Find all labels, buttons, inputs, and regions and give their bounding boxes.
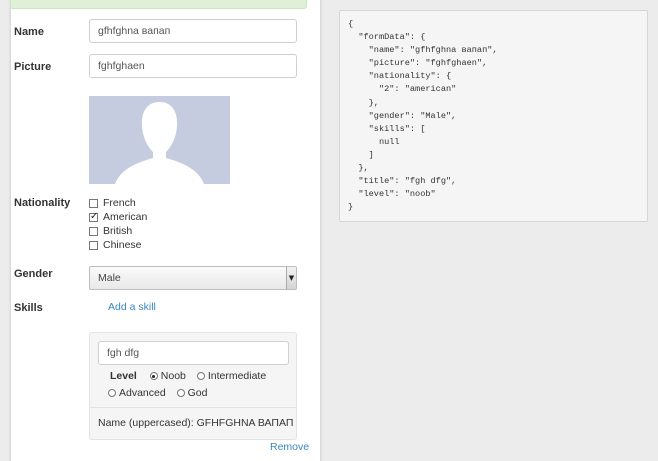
nationality-option-american[interactable]: American: [89, 211, 147, 223]
json-output-panel: { "formData": { "name": "gfhfghna вапап"…: [339, 10, 648, 222]
nationality-label: Nationality: [14, 197, 71, 209]
checkbox[interactable]: [89, 198, 98, 208]
level-option-intermediate[interactable]: Intermediate: [196, 370, 266, 382]
picture-input[interactable]: fghfghaen: [89, 54, 297, 78]
level-option-noob[interactable]: Noob: [149, 370, 186, 382]
skill-title-input[interactable]: fgh dfg: [98, 341, 289, 365]
level-option-god[interactable]: God: [176, 387, 207, 399]
skills-label: Skills: [14, 302, 43, 314]
checkbox-checked[interactable]: [89, 211, 98, 222]
picture-label: Picture: [14, 61, 52, 73]
radio[interactable]: [196, 372, 205, 380]
level-option-advanced[interactable]: Advanced: [108, 387, 166, 399]
gender-label: Gender: [14, 268, 53, 280]
add-skill-link[interactable]: Add a skill: [108, 301, 156, 313]
checkbox[interactable]: [89, 240, 98, 250]
radio[interactable]: [108, 389, 116, 397]
name-input[interactable]: gfhfghna вапап: [89, 19, 297, 43]
level-label: Level: [110, 370, 137, 382]
nationality-option-french[interactable]: French: [89, 197, 136, 209]
radio[interactable]: [176, 389, 185, 397]
avatar: [89, 96, 230, 184]
user-silhouette-icon: [115, 102, 204, 184]
gender-select[interactable]: Male ▼: [89, 266, 297, 290]
uppercased-name-text: Name (uppercased): GFHFGHNA ВАПАП: [98, 417, 294, 429]
nationality-option-british[interactable]: British: [89, 225, 132, 237]
divider: [90, 407, 296, 408]
nationality-option-chinese[interactable]: Chinese: [89, 239, 142, 251]
name-label: Name: [14, 26, 44, 38]
remove-skill-link[interactable]: Remove: [270, 441, 309, 453]
level-radio-row-1: Level Noob Intermediate: [110, 370, 274, 382]
chevron-down-icon[interactable]: ▼: [286, 267, 296, 289]
level-radio-row-2: Advanced God: [108, 387, 215, 399]
gender-select-value: Male: [98, 272, 121, 284]
checkbox[interactable]: [89, 226, 98, 236]
skill-item: fgh dfg Level Noob Intermediate Advanced…: [89, 332, 297, 440]
success-alert: [10, 0, 307, 9]
radio-checked[interactable]: [149, 372, 158, 380]
